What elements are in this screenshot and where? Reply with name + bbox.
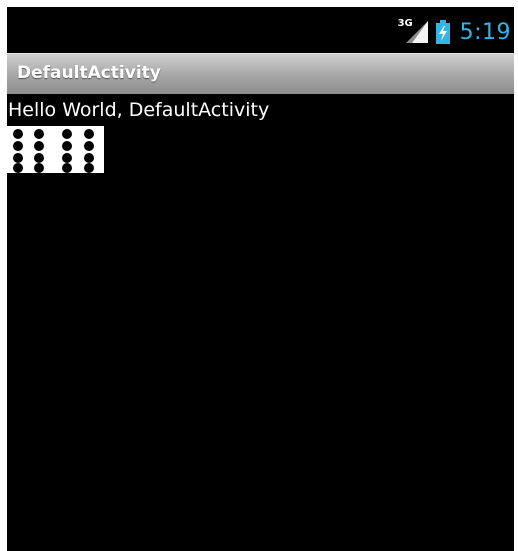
status-clock: 5:19 [459, 19, 511, 45]
status-icons: 3G 5:19 [398, 18, 511, 45]
action-bar: DefaultActivity [7, 53, 514, 94]
battery-charging-icon [435, 20, 450, 44]
hello-text-view: Hello World, DefaultActivity [8, 99, 270, 121]
signal-icon: 3G [398, 18, 430, 44]
status-bar: 3G 5:19 [7, 7, 514, 53]
activity-title: DefaultActivity [17, 63, 161, 83]
dots-grid-image [7, 126, 104, 173]
device-screen: 3G 5:19 DefaultActivity Hello World, Def… [7, 7, 514, 551]
dots-grid-graphic [13, 129, 94, 173]
